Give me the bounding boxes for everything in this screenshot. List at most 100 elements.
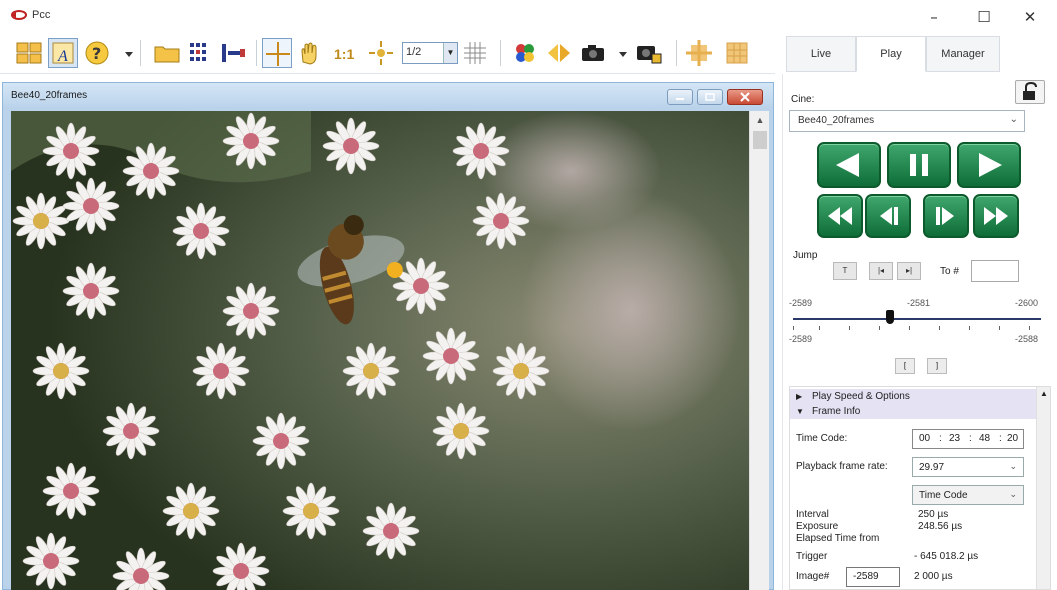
cine-label: Cine: [791, 94, 815, 105]
segment-icon[interactable] [218, 38, 248, 68]
time-format-select[interactable]: Time Code ⌄ [912, 485, 1024, 505]
frame-slider: -2589 -2581 -2600 -2589 -2588 [789, 292, 1047, 352]
minimize-button[interactable]: – [918, 6, 950, 28]
trigger-label: Trigger [796, 551, 828, 562]
bee-on-flowers-image [11, 111, 749, 590]
play-forward-icon [979, 153, 1002, 177]
overlay-icon[interactable] [722, 38, 752, 68]
child-restore-button[interactable] [697, 89, 723, 105]
app-logo-icon [11, 10, 27, 20]
section-play-speed[interactable]: ▶ Play Speed & Options [790, 389, 1038, 404]
toolbar: A ? 1:1 [0, 34, 775, 74]
play-reverse-icon [836, 153, 859, 177]
grid-icon[interactable] [460, 38, 490, 68]
jump-label: Jump [793, 250, 818, 261]
slider-tick [1029, 326, 1030, 330]
zoom-select[interactable]: 1/2 ▼ [402, 42, 458, 64]
fast-reverse-button[interactable] [817, 194, 863, 238]
triangle-down-icon: ▼ [796, 407, 804, 416]
flip-icon[interactable] [544, 38, 574, 68]
time-code-field[interactable]: 00 : 23 : 48 : 20 [912, 429, 1024, 449]
toolbar-separator [256, 40, 257, 66]
annotate-icon[interactable]: A [48, 38, 78, 68]
cine-select[interactable]: Bee40_20frames ⌄ [789, 110, 1025, 132]
triangle-right-icon: ▶ [796, 392, 803, 401]
step-back-button[interactable] [865, 194, 911, 238]
jump-to-input[interactable] [971, 260, 1019, 282]
pause-icon [910, 154, 928, 176]
step-forward-button[interactable] [923, 194, 969, 238]
image-scrollbar[interactable]: ▲ [749, 111, 769, 590]
tab-live[interactable]: Live [786, 36, 856, 72]
cine-select-value: Bee40_20frames [798, 115, 875, 126]
dropdown-arrow-icon[interactable] [608, 38, 627, 68]
maximize-button[interactable]: ☐ [968, 6, 1000, 28]
image-number-input[interactable]: -2589 [846, 567, 900, 587]
color-icon[interactable] [510, 38, 540, 68]
time-code-minutes: 23 [949, 433, 961, 444]
open-folder-icon[interactable] [152, 38, 182, 68]
child-close-button[interactable] [727, 89, 763, 105]
tab-manager[interactable]: Manager [926, 36, 1000, 72]
play-panel: Cine: Bee40_20frames ⌄ Jump T |◂ ▸| To #… [782, 74, 1057, 590]
playback-rate-label: Playback frame rate: [796, 461, 888, 472]
cine-list-icon[interactable] [186, 38, 216, 68]
lock-button[interactable] [1015, 80, 1045, 104]
toolbar-separator [676, 40, 677, 66]
jump-first-button[interactable]: |◂ [869, 262, 893, 280]
slider-track[interactable] [793, 318, 1041, 320]
trigger-value: - 645 018.2 µs [914, 551, 979, 562]
scroll-up-icon[interactable]: ▲ [1037, 387, 1051, 401]
playback-rate-select[interactable]: 29.97 ⌄ [912, 457, 1024, 477]
brightness-icon[interactable] [684, 38, 714, 68]
camera-icon[interactable] [578, 38, 608, 68]
section-frame-info-label: Frame Info [812, 406, 861, 417]
child-minimize-button[interactable] [667, 89, 693, 105]
tab-strip: Live Play Manager [782, 34, 1057, 74]
slider-top-left-label: -2589 [789, 298, 813, 308]
fast-reverse-icon [828, 207, 852, 225]
help-icon[interactable]: ? [82, 38, 112, 68]
image-window: Bee40_20frames ▲ [2, 82, 774, 590]
title-bar: Pcc – ☐ ✕ [0, 0, 1057, 34]
slider-thumb[interactable] [885, 310, 894, 324]
step-forward-icon [936, 207, 954, 225]
options-scrollbar[interactable]: ▲ [1036, 387, 1050, 589]
time-code-label: Time Code: [796, 433, 848, 444]
chevron-down-icon: ⌄ [1009, 114, 1018, 125]
svg-text:1:1: 1:1 [334, 46, 354, 62]
toolbar-separator [140, 40, 141, 66]
jump-trigger-button[interactable]: T [833, 262, 857, 280]
actual-size-icon[interactable]: 1:1 [330, 38, 360, 68]
scrollbar-thumb[interactable] [753, 131, 767, 149]
fit-window-icon[interactable] [366, 38, 396, 68]
segment-end-button[interactable]: ] [927, 358, 947, 374]
tab-play[interactable]: Play [856, 36, 926, 72]
section-frame-info[interactable]: ▼ Frame Info [790, 404, 1038, 419]
crosshair-icon[interactable] [262, 38, 292, 68]
app-window: Pcc – ☐ ✕ A ? 1:1 1/2 ▼ Live Play Manage… [0, 0, 1057, 590]
pause-button[interactable] [887, 142, 951, 188]
time-format-value: Time Code [919, 490, 968, 501]
segment-start-button[interactable]: [ [895, 358, 915, 374]
fast-forward-button[interactable] [973, 194, 1019, 238]
close-button[interactable]: ✕ [1014, 6, 1046, 28]
chevron-down-icon: ⌄ [1009, 489, 1017, 499]
pan-hand-icon[interactable] [294, 38, 324, 68]
capture-icon[interactable] [634, 38, 664, 68]
scroll-up-icon[interactable]: ▲ [750, 111, 770, 129]
image-time-value: 2 000 µs [914, 571, 953, 582]
slider-tick [909, 326, 910, 330]
play-forward-button[interactable] [957, 142, 1021, 188]
fast-forward-icon [984, 207, 1008, 225]
slider-tick [793, 326, 794, 330]
slider-top-right-label: -2600 [1015, 298, 1039, 308]
step-back-icon [880, 207, 898, 225]
dropdown-arrow-icon[interactable] [114, 38, 133, 68]
play-reverse-button[interactable] [817, 142, 881, 188]
playback-rate-value: 29.97 [919, 462, 945, 473]
slider-tick [849, 326, 850, 330]
video-frame[interactable] [11, 111, 749, 590]
jump-last-button[interactable]: ▸| [897, 262, 921, 280]
tile-windows-icon[interactable] [14, 38, 44, 68]
